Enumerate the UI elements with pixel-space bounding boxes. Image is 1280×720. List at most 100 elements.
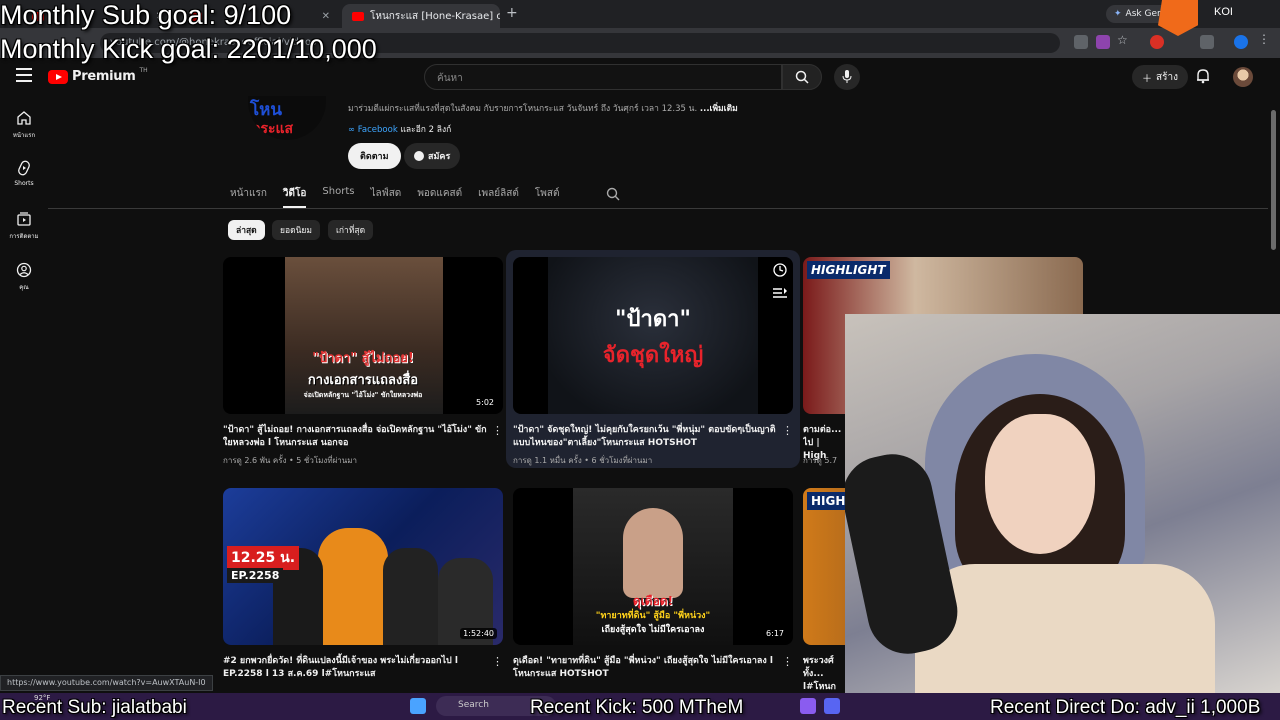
tab-posts[interactable]: โพสต์: [535, 186, 560, 208]
channel-description[interactable]: มาร่วมตีแผ่กระแสที่แรงที่สุดในสังคม กับร…: [348, 101, 738, 115]
thumbnail-caption: EP.2258: [227, 568, 284, 583]
subscribe-button[interactable]: ติดตาม: [348, 143, 401, 169]
video-meta: การดู 5.7: [803, 456, 838, 465]
notifications-button[interactable]: [1196, 68, 1210, 88]
video-duration: 6:17: [763, 628, 787, 639]
user-avatar[interactable]: [1233, 67, 1253, 87]
webcam-overlay: [845, 314, 1280, 694]
watch-later-icon[interactable]: [773, 263, 787, 277]
tab-home[interactable]: หน้าแรก: [230, 186, 267, 208]
recent-sub-overlay: Recent Sub: jialatbabi: [2, 697, 187, 718]
plus-icon: ＋: [1142, 73, 1152, 85]
thumbnail-caption: "ป้าดา": [615, 307, 691, 332]
video-menu-icon[interactable]: ⋮: [492, 424, 503, 437]
logo-country: TH: [139, 67, 148, 74]
tab-videos[interactable]: วิดีโอ: [282, 186, 307, 208]
video-meta: การดู 2.6 พัน ครั้ง • 5 ชั่วโมงที่ผ่านมา: [223, 456, 357, 465]
bell-icon: [1197, 69, 1209, 84]
chip-popular[interactable]: ยอดนิยม: [272, 220, 320, 240]
facebook-link[interactable]: Facebook: [358, 125, 398, 135]
sidebar-item-subscriptions[interactable]: การติดตาม: [0, 211, 48, 241]
video-duration: 5:02: [473, 397, 497, 408]
search-icon: [795, 70, 809, 84]
tab-podcasts[interactable]: พอดแคสต์: [417, 186, 462, 208]
translate-icon[interactable]: [1074, 35, 1088, 49]
microphone-icon: [842, 70, 852, 83]
sidebar-label: คุณ: [19, 284, 29, 291]
more-link[interactable]: ...เพิ่มเติม: [700, 104, 738, 114]
video-thumbnail[interactable]: "ป้าดา" สู้ไม่ถอย! กางเอกสารแถลงสื่อ จ่อ…: [223, 257, 503, 414]
video-duration: 1:52:40: [460, 628, 497, 639]
browser-tab-active[interactable]: โหนกระแส [Hone-Krasae] official✕: [342, 4, 500, 28]
logo-text: Premium: [72, 69, 136, 84]
thumbnail-caption: "ป้าดา" สู้ไม่ถอย!: [312, 351, 414, 366]
voice-search-button[interactable]: [834, 64, 860, 90]
extension-icon[interactable]: [1150, 35, 1164, 49]
channel-search-button[interactable]: [606, 186, 620, 205]
tabs-divider: [48, 208, 1268, 209]
video-thumbnail[interactable]: "ป้าดา" จัดชุดใหญ่: [513, 257, 793, 414]
new-tab-icon[interactable]: +: [506, 5, 518, 21]
thumbnail-person: [623, 508, 683, 598]
thumbnail-caption: จัดชุดใหญ่: [602, 343, 704, 368]
video-title[interactable]: "ป้าดา" จัดชุดใหญ่! ไม่คุยกับใครยกเว้น "…: [513, 424, 781, 450]
extension-icon[interactable]: [1096, 35, 1110, 49]
video-menu-icon[interactable]: ⋮: [782, 655, 793, 668]
gemini-sparkle-icon: ✦: [1114, 9, 1122, 19]
video-title[interactable]: ดุเดือด! "ทายาทที่ดิน" สู้มือ "พี่หน่วง"…: [513, 655, 781, 681]
link-icon: ∞: [348, 125, 358, 135]
screen: ✕ ✕ โหนกระแส [Hone-Krasae] official✕ + ✦…: [0, 0, 1280, 720]
video-thumbnail[interactable]: ดุเดือด! "ทายาทที่ดิน" สู้มือ "พี่หน่วง"…: [513, 488, 793, 645]
sub-goal-overlay: Monthly Sub goal: 9/100: [0, 0, 292, 30]
channel-logo-text: กระแส: [252, 121, 294, 137]
thumbnail-caption: 12.25 น.: [227, 546, 300, 570]
thumbnail-person: [318, 528, 388, 645]
create-label: สร้าง: [1156, 71, 1178, 83]
hamburger-menu-icon[interactable]: [16, 68, 32, 82]
profile-icon[interactable]: [1234, 35, 1248, 49]
webcam-person: [915, 564, 1215, 694]
discord-icon[interactable]: [824, 698, 840, 714]
create-button[interactable]: ＋ สร้าง: [1132, 65, 1188, 89]
join-button[interactable]: สมัคร: [404, 143, 461, 169]
thumbnail-caption: "ทายาทที่ดิน" สู้มือ "พี่หน่วง": [595, 611, 711, 621]
video-thumbnail[interactable]: 12.25 น. EP.2258 1:52:40: [223, 488, 503, 645]
chip-oldest[interactable]: เก่าที่สุด: [328, 220, 374, 240]
thumbnail-caption: จ่อเปิดหลักฐาน "ไอ้โม่ง" ขักใยหลวงพ่อ: [303, 391, 423, 399]
video-menu-icon[interactable]: ⋮: [492, 655, 503, 668]
app-icon[interactable]: [800, 698, 816, 714]
tab-live[interactable]: ไลฟ์สด: [370, 186, 401, 208]
search-button[interactable]: [782, 64, 822, 90]
extensions-puzzle-icon[interactable]: [1200, 35, 1214, 49]
sidebar-item-you[interactable]: คุณ: [0, 262, 48, 292]
bookmark-star-icon[interactable]: ☆: [1117, 33, 1131, 47]
video-title[interactable]: "ป้าดา" สู้ไม่ถอย! กางเอกสารแถลงสื่อ จ่อ…: [223, 424, 491, 450]
channel-avatar[interactable]: โหน กระแส: [248, 96, 326, 140]
sidebar-item-shorts[interactable]: Shorts: [0, 160, 48, 187]
tab-playlists[interactable]: เพลย์ลิสต์: [478, 186, 519, 208]
tab-shorts[interactable]: Shorts: [322, 186, 354, 208]
youtube-premium-logo[interactable]: Premium TH: [48, 67, 148, 84]
shorts-icon: [18, 160, 30, 176]
sidebar-item-home[interactable]: หน้าแรก: [0, 110, 48, 140]
video-menu-icon[interactable]: ⋮: [782, 424, 793, 437]
channel-tabs: หน้าแรก วิดีโอ Shorts ไลฟ์สด พอดแคสต์ เพ…: [230, 186, 575, 208]
close-tab-icon[interactable]: ✕: [322, 11, 330, 22]
page-scrollbar[interactable]: [1271, 110, 1276, 250]
thumbnail-caption: เถียงสู้สุดใจ ไม่มีใครเอาลง: [601, 625, 705, 635]
home-icon: [17, 111, 31, 125]
menu-dots-icon[interactable]: ⋮: [1258, 32, 1272, 46]
channel-links[interactable]: ∞ Facebook และอีก 2 ลิงก์: [348, 122, 451, 136]
video-title[interactable]: #2 ยกพวกยื่ดวัด! ที่ดินแปลงนี้มีเจ้าของ …: [223, 655, 491, 681]
youtube-play-icon: [48, 69, 68, 84]
more-links[interactable]: และอีก 2 ลิงก์: [400, 125, 451, 135]
youtube-favicon-icon: [352, 11, 364, 21]
search-input[interactable]: ค้นหา: [424, 64, 782, 90]
add-to-queue-icon[interactable]: [773, 287, 787, 299]
thumbnail-caption: กางเอกสารแถลงสื่อ: [307, 373, 419, 388]
you-icon: [16, 262, 32, 278]
chip-latest[interactable]: ล่าสุด: [228, 220, 265, 240]
sidebar-label: การติดตาม: [9, 233, 39, 240]
recent-kick-overlay: Recent Kick: 500 MTheM: [530, 697, 744, 718]
windows-start-icon[interactable]: [410, 698, 426, 714]
